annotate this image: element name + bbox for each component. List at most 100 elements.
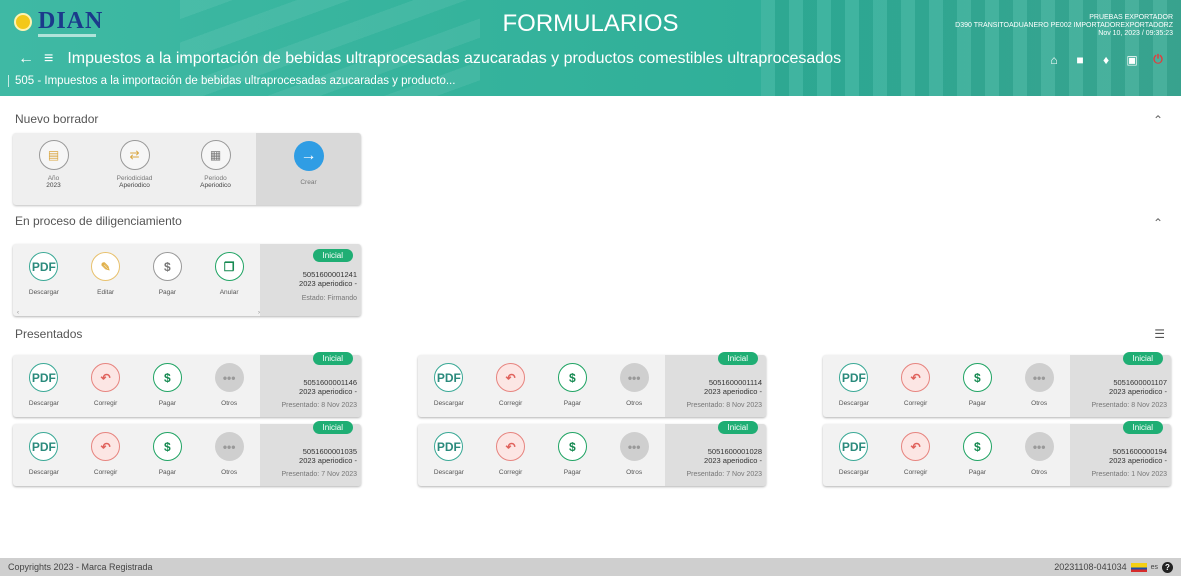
collapse-chevron-up-icon[interactable]: ⌃ [1153, 113, 1163, 127]
action-label: Pagar [158, 469, 177, 476]
action-label: Pagar [968, 400, 987, 407]
card-info: Inicial 5051600001107 2023 aperiodico - Pre… [1070, 352, 1171, 417]
nav-row: ← ≡ Impuestos a la importación de bebida… [18, 50, 841, 68]
pay-button[interactable]: $ Pagar [947, 424, 1009, 486]
form-number: 5051600001035 [302, 447, 357, 456]
correct-button[interactable]: ↶ Corregir [480, 355, 542, 417]
others-button[interactable]: ••• Otros [1008, 355, 1070, 417]
presented-date: Presentado: 8 Nov 2023 [281, 402, 358, 409]
card-scrollbar[interactable]: ‹ › [17, 310, 260, 316]
form-period: 2023 aperiodico - [299, 279, 357, 288]
others-button[interactable]: ••• Otros [603, 424, 665, 486]
action-label: Descargar [838, 400, 869, 407]
card-actions: PDF Descargar ↶ Corregir $ Pagar ••• Otros [823, 424, 1070, 486]
folder-icon[interactable]: ■ [1073, 53, 1087, 67]
pay-button[interactable]: $ Pagar [137, 424, 199, 486]
pay-button[interactable]: $ Pagar [542, 355, 604, 417]
others-button[interactable]: ••• Otros [603, 355, 665, 417]
form-period: 2023 aperiodico - [1109, 456, 1167, 465]
action-label: Corregir [93, 469, 118, 476]
more-dots-icon: ••• [619, 363, 649, 392]
draft-period-selector[interactable]: ▦ Periodo Aperiodico [175, 133, 256, 205]
bell-icon[interactable]: ♦ [1099, 53, 1113, 67]
hamburger-menu-icon[interactable]: ≡ [44, 50, 53, 68]
card-actions: PDF Descargar ↶ Corregir $ Pagar ••• Otros [823, 355, 1070, 417]
scroll-left-icon[interactable]: ‹ [17, 310, 19, 316]
action-label: Otros [1031, 400, 1048, 407]
action-label: Otros [221, 400, 238, 407]
draft-periodicity-selector[interactable]: ⇄ Periodicidad Aperiodico [94, 133, 175, 205]
filter-icon[interactable]: ☰ [1154, 327, 1165, 341]
action-label: Descargar [838, 469, 869, 476]
presented-date: Presentado: 1 Nov 2023 [1091, 471, 1168, 478]
presented-date: Presentado: 8 Nov 2023 [686, 402, 763, 409]
download-button[interactable]: PDF Descargar [823, 355, 885, 417]
arrow-left-icon[interactable]: ← [18, 50, 34, 68]
pdf-icon: PDF [29, 252, 59, 281]
breadcrumb: 505 - Impuestos a la importación de bebi… [8, 75, 455, 87]
repeat-icon: ⇄ [119, 140, 150, 170]
others-button[interactable]: ••• Otros [198, 424, 260, 486]
card-actions: PDF Descargar ↶ Corregir $ Pagar ••• Otros [418, 355, 665, 417]
more-dots-icon: ••• [214, 432, 244, 461]
dollar-icon: $ [962, 432, 992, 461]
card-info: Inicial 5051600001028 2023 aperiodico - Pre… [665, 421, 766, 486]
calendar-icon: ▤ [38, 140, 69, 170]
footer: Copyrights 2023 - Marca Registrada 20231… [0, 558, 1181, 576]
colombia-flag-icon[interactable] [1130, 562, 1147, 572]
dollar-icon: $ [557, 363, 587, 392]
card-info: Inicial 5051600001114 2023 aperiodico - Pre… [665, 352, 766, 417]
dollar-icon: $ [962, 363, 992, 392]
language[interactable]: es [1151, 564, 1158, 571]
footer-right: 20231108-041034 es ? [1054, 561, 1173, 573]
action-label: Descargar [433, 400, 464, 407]
action-label: Descargar [433, 469, 464, 476]
undo-icon: ↶ [496, 432, 526, 461]
new-draft-card: ▤ Año 2023 ⇄ Periodicidad Aperiodico ▦ P… [13, 133, 361, 205]
download-button[interactable]: PDF Descargar [418, 424, 480, 486]
correct-button[interactable]: ↶ Corregir [480, 424, 542, 486]
annul-button[interactable]: ❐ Anular [198, 244, 260, 316]
draft-year-selector[interactable]: ▤ Año 2023 [13, 133, 94, 205]
section-title-new-draft: Nuevo borrador [15, 112, 99, 126]
download-button[interactable]: PDF Descargar [823, 424, 885, 486]
pay-button[interactable]: $ Pagar [137, 244, 199, 316]
card-actions: PDF Descargar ✎ Editar $ Pagar ❐ Anular [13, 244, 260, 316]
power-icon[interactable]: ⏻ [1151, 52, 1165, 67]
action-label: Otros [1031, 469, 1048, 476]
others-button[interactable]: ••• Otros [198, 355, 260, 417]
edit-button[interactable]: ✎ Editar [75, 244, 137, 316]
download-button[interactable]: PDF Descargar [13, 244, 75, 316]
correct-button[interactable]: ↶ Corregir [75, 424, 137, 486]
dollar-icon: $ [152, 363, 182, 392]
download-button[interactable]: PDF Descargar [13, 355, 75, 417]
collapse-chevron-up-icon[interactable]: ⌃ [1153, 216, 1163, 230]
presented-form-card: PDF Descargar ↶ Corregir $ Pagar ••• Otros Inici… [823, 421, 1171, 486]
correct-button[interactable]: ↶ Corregir [75, 355, 137, 417]
home-icon[interactable]: ⌂ [1047, 53, 1061, 67]
card-info: Inicial 5051600001146 2023 aperiodico - Pre… [260, 352, 361, 417]
download-button[interactable]: PDF Descargar [13, 424, 75, 486]
create-label: Crear [300, 179, 317, 186]
version: 20231108-041034 [1054, 562, 1127, 572]
calendar-icon[interactable]: ▣ [1125, 53, 1139, 67]
correct-button[interactable]: ↶ Corregir [885, 424, 947, 486]
form-period: 2023 aperiodico - [704, 387, 762, 396]
create-button[interactable]: → Crear [256, 133, 361, 205]
help-icon[interactable]: ? [1162, 561, 1173, 573]
form-number: 5051600001107 [1113, 378, 1167, 387]
pay-button[interactable]: $ Pagar [947, 355, 1009, 417]
pdf-icon: PDF [839, 432, 869, 461]
presented-date: Presentado: 8 Nov 2023 [1091, 402, 1168, 409]
draft-year-value: 2023 [46, 182, 61, 189]
pay-button[interactable]: $ Pagar [137, 355, 199, 417]
form-period: 2023 aperiodico - [299, 387, 357, 396]
action-label: Anular [219, 289, 239, 296]
others-button[interactable]: ••• Otros [1008, 424, 1070, 486]
correct-button[interactable]: ↶ Corregir [885, 355, 947, 417]
action-label: Corregir [903, 469, 928, 476]
user-datetime: Nov 10, 2023 / 09:35:23 [1098, 30, 1173, 37]
dollar-icon: $ [557, 432, 587, 461]
pay-button[interactable]: $ Pagar [542, 424, 604, 486]
download-button[interactable]: PDF Descargar [418, 355, 480, 417]
